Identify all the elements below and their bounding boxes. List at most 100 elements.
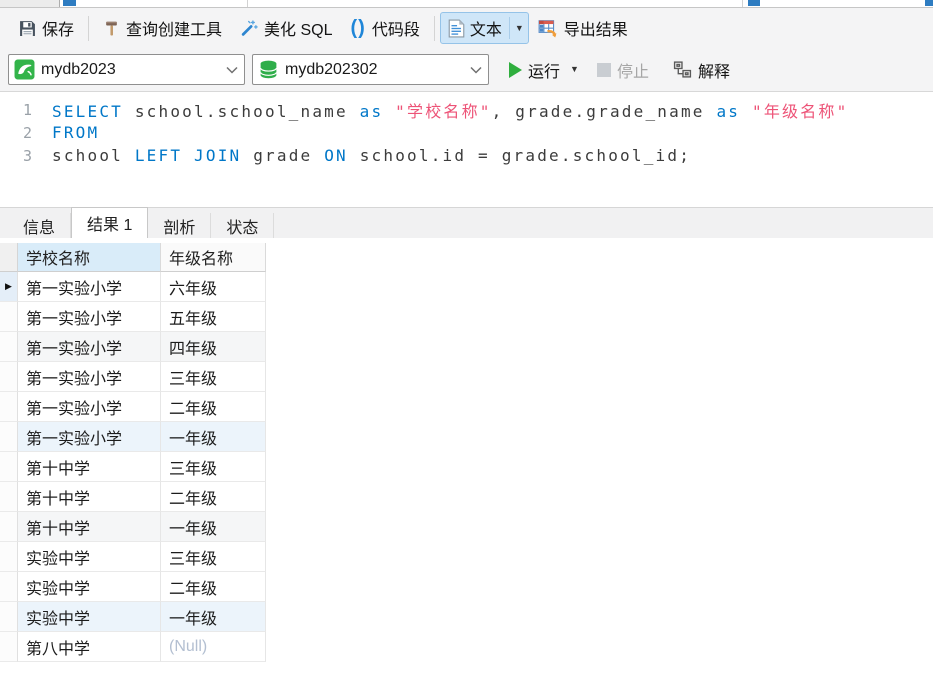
cell-grade-name[interactable]: 四年级 — [161, 332, 266, 362]
cell-school-name[interactable]: 第一实验小学 — [18, 362, 161, 392]
cell-grade-name[interactable]: (Null) — [161, 632, 266, 662]
chevron-down-icon[interactable]: ▼ — [515, 23, 524, 33]
export-grid-icon — [538, 19, 558, 38]
row-selector[interactable] — [0, 392, 18, 422]
cell-school-name[interactable]: 第十中学 — [18, 482, 161, 512]
database-select[interactable]: mydb202302 — [252, 54, 489, 85]
code-lines: 1 SELECT school.school_name as "学校名称", gr… — [0, 98, 933, 167]
text-document-icon — [448, 19, 465, 38]
code-line[interactable]: 1 SELECT school.school_name as "学校名称", gr… — [0, 98, 933, 121]
code-token: , grade.grade_name — [491, 101, 717, 121]
table-row: 实验中学 三年级 — [0, 542, 933, 572]
tab-separator — [742, 0, 743, 7]
cell-school-name[interactable]: 实验中学 — [18, 542, 161, 572]
explain-plan-icon — [673, 60, 692, 79]
navicat-query-window: 保存 查询创建工具 美化 SQL () 代码段 文本 ▼ 导出结果 mydb20… — [0, 0, 933, 698]
query-tab-icon — [925, 0, 933, 6]
export-result-button[interactable]: 导出结果 — [529, 12, 637, 44]
save-icon — [19, 20, 36, 37]
run-label: 运行 — [528, 63, 561, 81]
cell-grade-name[interactable]: 三年级 — [161, 542, 266, 572]
row-selector[interactable] — [0, 302, 18, 332]
magic-wand-icon — [240, 19, 258, 37]
run-button[interactable]: 运行 — [503, 54, 566, 86]
row-selector[interactable] — [0, 572, 18, 602]
cell-grade-name[interactable]: 二年级 — [161, 482, 266, 512]
table-row: 第一实验小学 四年级 — [0, 332, 933, 362]
code-token: school.id = grade.school_id; — [347, 146, 692, 165]
cell-school-name[interactable]: 第一实验小学 — [18, 272, 161, 302]
table-row: 第一实验小学 一年级 — [0, 422, 933, 452]
cell-school-name[interactable]: 实验中学 — [18, 572, 161, 602]
sql-editor[interactable]: 1 SELECT school.school_name as "学校名称", gr… — [0, 92, 933, 207]
result-tab[interactable]: 状态 — [211, 213, 275, 238]
code-line[interactable]: 2 FROM — [0, 121, 933, 144]
cell-grade-name[interactable]: 一年级 — [161, 512, 266, 542]
code-snippet-button[interactable]: () 代码段 — [342, 12, 429, 44]
cell-school-name[interactable]: 第一实验小学 — [18, 392, 161, 422]
code-token: grade — [241, 146, 325, 165]
code-text: school LEFT JOIN grade ON school.id = gr… — [52, 146, 691, 165]
line-number: 3 — [22, 146, 32, 165]
table-row: ▶ 第一实验小学 六年级 — [0, 272, 933, 302]
result-tab[interactable]: 剖析 — [148, 213, 212, 238]
connection-toolbar: mydb2023 mydb202302 运行 ▼ 停止 解释 — [0, 48, 933, 92]
button-divider — [508, 17, 510, 39]
mysql-connection-icon — [14, 59, 35, 80]
chevron-down-icon[interactable] — [470, 66, 482, 74]
cell-grade-name[interactable]: 三年级 — [161, 452, 266, 482]
grid-rows: ▶ 第一实验小学 六年级 第一实验小学 五年级 第一实验小学 四年级 第一实验小学 三年级 第一实… — [0, 272, 933, 662]
code-line[interactable]: 3 school LEFT JOIN grade ON school.id = g… — [0, 144, 933, 167]
column-header-school[interactable]: 学校名称 — [18, 243, 161, 272]
export-result-label: 导出结果 — [563, 22, 628, 39]
cell-school-name[interactable]: 第一实验小学 — [18, 332, 161, 362]
row-selector[interactable]: ▶ — [0, 272, 18, 302]
cell-grade-name[interactable]: 一年级 — [161, 602, 266, 632]
cell-school-name[interactable]: 实验中学 — [18, 602, 161, 632]
cell-grade-name[interactable]: 二年级 — [161, 392, 266, 422]
run-dropdown-chevron-icon[interactable]: ▼ — [570, 65, 579, 74]
cell-school-name[interactable]: 第十中学 — [18, 452, 161, 482]
line-number: 2 — [22, 123, 32, 142]
explain-button[interactable]: 解释 — [667, 54, 736, 86]
column-header-grade[interactable]: 年级名称 — [161, 243, 266, 272]
table-row: 第一实验小学 三年级 — [0, 362, 933, 392]
row-selector[interactable] — [0, 512, 18, 542]
cell-grade-name[interactable]: 五年级 — [161, 302, 266, 332]
cell-grade-name[interactable]: 二年级 — [161, 572, 266, 602]
line-number: 1 — [22, 100, 32, 119]
table-row: 第一实验小学 二年级 — [0, 392, 933, 422]
beautify-sql-button[interactable]: 美化 SQL — [231, 12, 341, 44]
query-tab-icon — [63, 0, 76, 6]
chevron-down-icon[interactable] — [226, 66, 238, 74]
row-selector[interactable] — [0, 482, 18, 512]
row-selector[interactable] — [0, 632, 18, 662]
code-token: SELECT — [52, 101, 123, 121]
cell-school-name[interactable]: 第一实验小学 — [18, 422, 161, 452]
cell-grade-name[interactable]: 一年级 — [161, 422, 266, 452]
inactive-tab-edge[interactable] — [0, 0, 60, 7]
row-selector[interactable] — [0, 602, 18, 632]
code-token: LEFT — [134, 146, 183, 165]
cell-school-name[interactable]: 第十中学 — [18, 512, 161, 542]
cell-grade-name[interactable]: 六年级 — [161, 272, 266, 302]
row-selector[interactable] — [0, 362, 18, 392]
query-builder-button[interactable]: 查询创建工具 — [94, 12, 231, 44]
cell-grade-name[interactable]: 三年级 — [161, 362, 266, 392]
row-selector[interactable] — [0, 452, 18, 482]
connection-select[interactable]: mydb2023 — [8, 54, 245, 85]
row-selector[interactable] — [0, 332, 18, 362]
result-tab[interactable]: 信息 — [8, 213, 72, 238]
row-selector[interactable] — [0, 422, 18, 452]
cell-school-name[interactable]: 第一实验小学 — [18, 302, 161, 332]
result-tab[interactable]: 结果 1 — [71, 207, 149, 238]
cell-school-name[interactable]: 第八中学 — [18, 632, 161, 662]
row-selector[interactable] — [0, 542, 18, 572]
save-button[interactable]: 保存 — [10, 12, 83, 44]
code-text: FROM — [52, 123, 99, 142]
code-token: school — [52, 146, 135, 165]
text-view-button[interactable]: 文本 ▼ — [439, 12, 529, 44]
grid-corner[interactable] — [0, 243, 18, 272]
